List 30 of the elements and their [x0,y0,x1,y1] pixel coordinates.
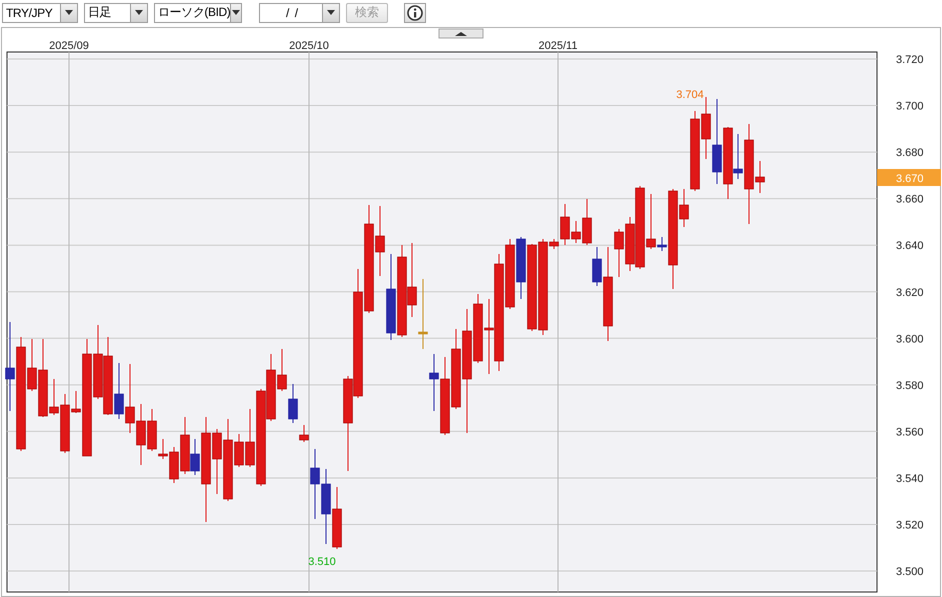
date-axis-label: 2025/11 [538,40,578,52]
date-axis-label: 2025/09 [49,40,89,52]
price-axis-label: 3.620 [896,286,924,299]
price-axis-label: 3.720 [896,54,924,66]
collapse-tab[interactable] [438,28,484,38]
caret-icon [327,10,335,15]
price-axis-label: 3.640 [896,240,924,252]
price-axis-label: 3.600 [896,333,924,346]
price-axis-label: 3.540 [896,472,924,485]
info-icon [407,4,423,20]
info-button[interactable] [404,2,426,22]
price-axis-label: 3.660 [896,194,924,206]
date-field[interactable]: / / [259,2,340,22]
price-axis-label: 3.500 [896,566,924,578]
period-select[interactable]: 日足 [84,2,148,22]
caret-icon [135,10,143,15]
current-price-tag [877,169,941,186]
price-axis-label: 3.520 [896,520,924,532]
pair-select[interactable]: TRY/JPY [2,2,78,22]
low-price-label: 3.510 [308,556,336,568]
high-price-label: 3.704 [676,89,704,101]
price-axis-label: 3.700 [896,100,924,113]
price-axis-label: 3.580 [896,380,924,392]
price-axis-label: 3.560 [896,426,924,438]
caret-icon [232,10,240,15]
current-price-label: 3.670 [896,173,924,185]
price-axis-label: 3.680 [896,147,924,160]
caret-icon [65,10,73,15]
chart-type-select[interactable]: ローソク(BID) [154,2,242,22]
date-axis-label: 2025/10 [289,40,329,52]
